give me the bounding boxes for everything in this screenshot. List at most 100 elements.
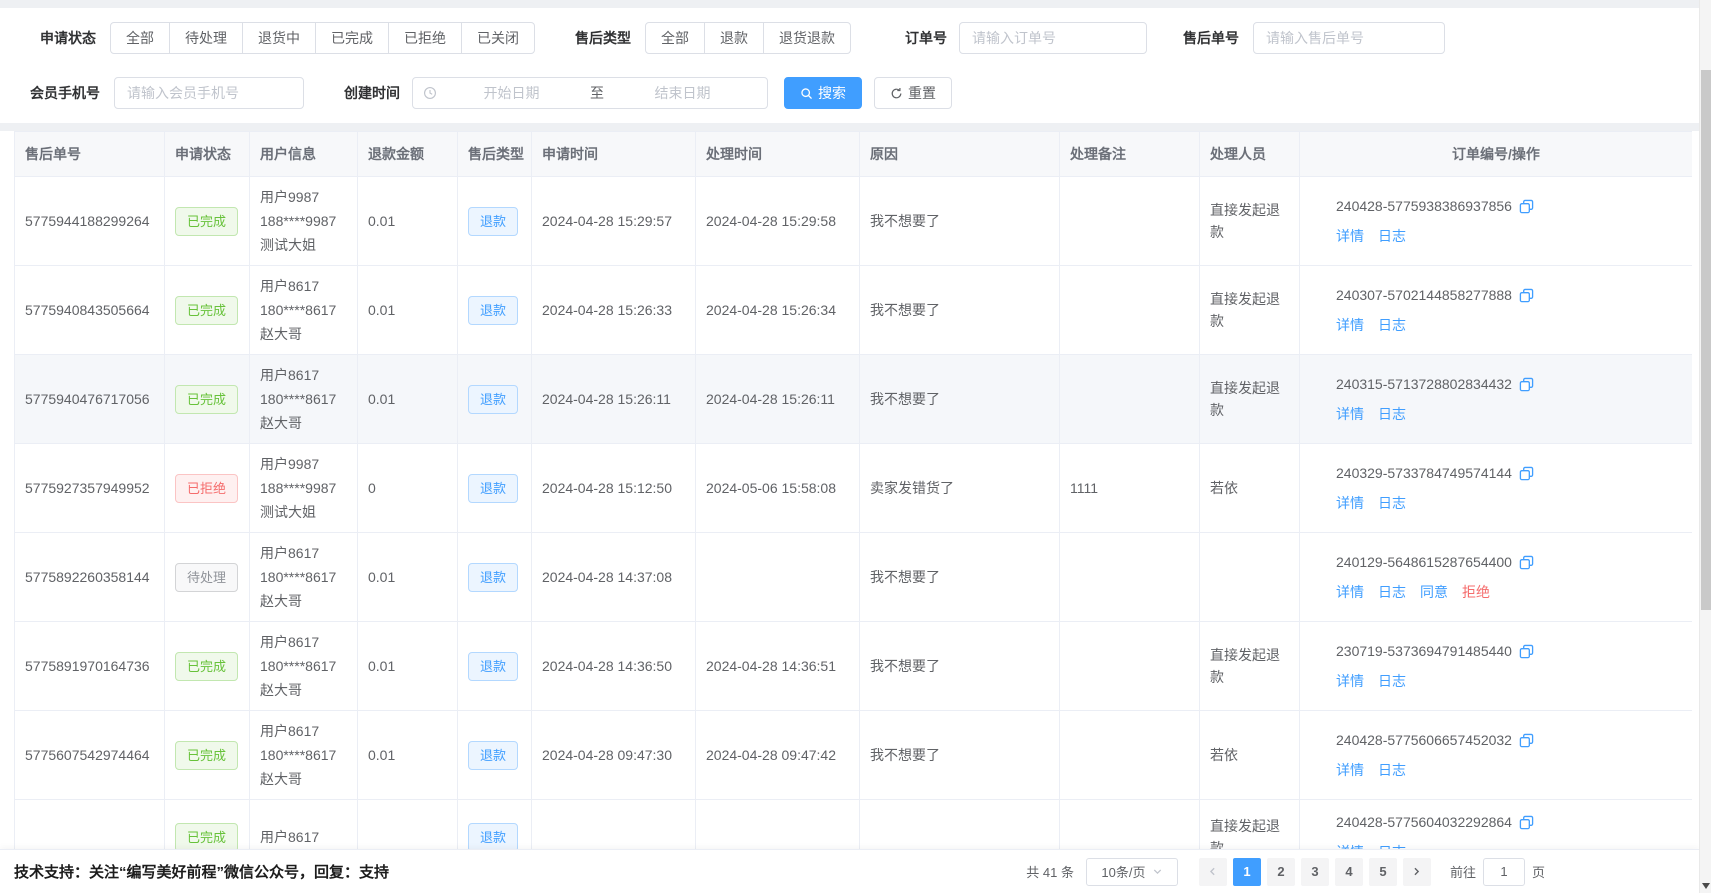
after-sale-no-label: 售后单号 xyxy=(1183,28,1239,48)
reset-button[interactable]: 重置 xyxy=(874,77,952,109)
status-badge: 已完成 xyxy=(175,823,238,852)
user-info-line: 赵大哥 xyxy=(260,589,347,613)
status-option-4[interactable]: 已拒绝 xyxy=(388,22,462,54)
after-sale-no-cell: 5775940843505664 xyxy=(15,266,165,355)
action-link[interactable]: 日志 xyxy=(1378,495,1406,511)
action-link[interactable]: 同意 xyxy=(1420,584,1448,600)
order-operation-cell: 240307-5702144858277888详情日志 xyxy=(1300,266,1693,355)
action-link[interactable]: 拒绝 xyxy=(1462,584,1490,600)
user-info-line: 用户9987 xyxy=(260,452,347,476)
action-link[interactable]: 日志 xyxy=(1378,317,1406,333)
start-date-placeholder[interactable]: 开始日期 xyxy=(437,83,586,103)
after-sale-type-badge: 退款 xyxy=(468,741,518,770)
filter-panel: 申请状态 全部待处理退货中已完成已拒绝已关闭 售后类型 全部退款退货退款 订单号… xyxy=(0,8,1699,123)
action-link[interactable]: 日志 xyxy=(1378,762,1406,778)
page-background-strip xyxy=(0,123,1699,131)
next-page-button[interactable] xyxy=(1403,858,1431,886)
status-option-5[interactable]: 已关闭 xyxy=(461,22,535,54)
page-button-2[interactable]: 2 xyxy=(1267,858,1295,886)
type-cell: 退款 xyxy=(458,711,532,800)
action-link[interactable]: 详情 xyxy=(1336,673,1364,689)
action-link[interactable]: 详情 xyxy=(1336,228,1364,244)
search-button[interactable]: 搜索 xyxy=(784,77,862,109)
scrollbar-thumb[interactable] xyxy=(1701,70,1711,610)
status-option-0[interactable]: 全部 xyxy=(110,22,170,54)
create-time-range-picker[interactable]: 开始日期 至 结束日期 xyxy=(412,77,768,109)
action-link[interactable]: 详情 xyxy=(1336,495,1364,511)
user-info-line: 180****8617 xyxy=(260,387,347,411)
page-button-3[interactable]: 3 xyxy=(1301,858,1329,886)
after-sale-no-cell: 5775944188299264 xyxy=(15,177,165,266)
user-info-line: 180****8617 xyxy=(260,654,347,678)
copy-icon[interactable] xyxy=(1519,377,1534,392)
action-link[interactable]: 日志 xyxy=(1378,228,1406,244)
copy-icon[interactable] xyxy=(1519,733,1534,748)
action-link[interactable]: 详情 xyxy=(1336,317,1364,333)
handler-cell: 若依 xyxy=(1200,444,1300,533)
refund-amount-cell: 0.01 xyxy=(358,622,458,711)
copy-icon[interactable] xyxy=(1519,815,1534,830)
action-link[interactable]: 日志 xyxy=(1378,406,1406,422)
row-actions: 详情日志同意拒绝 xyxy=(1336,581,1682,603)
order-no-line: 240428-5775604032292864 xyxy=(1336,811,1682,833)
table-row: 5775940843505664已完成用户8617180****8617赵大哥0… xyxy=(15,266,1693,355)
scroll-down-icon[interactable] xyxy=(1702,883,1710,889)
handle-time-cell: 2024-05-06 15:58:08 xyxy=(696,444,860,533)
copy-icon[interactable] xyxy=(1519,644,1534,659)
page-size-select[interactable]: 10条/页 xyxy=(1086,858,1178,886)
action-link[interactable]: 详情 xyxy=(1336,406,1364,422)
type-option-1[interactable]: 退款 xyxy=(704,22,764,54)
user-info-cell: 用户9987188****9987测试大姐 xyxy=(250,444,358,533)
row-actions: 详情日志 xyxy=(1336,403,1682,425)
member-phone-input[interactable] xyxy=(114,77,304,109)
copy-icon[interactable] xyxy=(1519,199,1534,214)
jump-page-input[interactable] xyxy=(1483,858,1525,886)
user-info-line: 188****9987 xyxy=(260,476,347,500)
order-operation-cell: 240428-5775938386937856详情日志 xyxy=(1300,177,1693,266)
copy-icon[interactable] xyxy=(1519,466,1534,481)
row-actions: 详情日志 xyxy=(1336,225,1682,247)
status-option-3[interactable]: 已完成 xyxy=(315,22,389,54)
order-operation-cell: 240428-5775606657452032 详情日志 xyxy=(1300,711,1693,800)
action-link[interactable]: 日志 xyxy=(1378,673,1406,689)
user-info-line: 测试大姐 xyxy=(260,233,347,257)
refund-amount-cell: 0.01 xyxy=(358,355,458,444)
apply-time-cell: 2024-04-28 15:26:33 xyxy=(532,266,696,355)
order-no: 240428-5775606657452032 xyxy=(1336,729,1512,751)
status-badge: 已完成 xyxy=(175,385,238,414)
order-no: 240329-5733784749574144 xyxy=(1336,462,1512,484)
type-option-2[interactable]: 退货退款 xyxy=(763,22,851,54)
create-time-label: 创建时间 xyxy=(344,83,400,103)
handle-time-cell: 2024-04-28 15:26:34 xyxy=(696,266,860,355)
action-link[interactable]: 详情 xyxy=(1336,584,1364,600)
handler-cell: 直接发起退款 xyxy=(1200,266,1300,355)
status-option-2[interactable]: 退货中 xyxy=(242,22,316,54)
type-option-0[interactable]: 全部 xyxy=(645,22,705,54)
column-header: 处理备注 xyxy=(1060,132,1200,177)
order-operation-cell: 240315-5713728802834432详情日志 xyxy=(1300,355,1693,444)
order-no-line: 240129-5648615287654400 xyxy=(1336,551,1682,573)
status-filter-group: 全部待处理退货中已完成已拒绝已关闭 xyxy=(110,22,535,54)
action-link[interactable]: 详情 xyxy=(1336,762,1364,778)
status-cell: 已完成 xyxy=(165,266,250,355)
order-no-line: 240329-5733784749574144 xyxy=(1336,462,1682,484)
copy-icon[interactable] xyxy=(1519,555,1534,570)
prev-page-button[interactable] xyxy=(1199,858,1227,886)
after-sale-no-input[interactable] xyxy=(1253,22,1445,54)
handle-time-cell: 2024-04-28 14:36:51 xyxy=(696,622,860,711)
page-button-5[interactable]: 5 xyxy=(1369,858,1397,886)
page-button-4[interactable]: 4 xyxy=(1335,858,1363,886)
reason-cell: 我不想要了 xyxy=(860,177,1060,266)
apply-time-cell: 2024-04-28 15:26:11 xyxy=(532,355,696,444)
table-row: 5775607542974464已完成用户8617180****8617赵大哥0… xyxy=(15,711,1693,800)
copy-icon[interactable] xyxy=(1519,288,1534,303)
type-filter-label: 售后类型 xyxy=(575,28,631,48)
action-link[interactable]: 日志 xyxy=(1378,584,1406,600)
reason-cell: 我不想要了 xyxy=(860,533,1060,622)
order-no-input[interactable] xyxy=(959,22,1147,54)
user-info-line: 180****8617 xyxy=(260,298,347,322)
after-sale-no-cell: 5775891970164736 xyxy=(15,622,165,711)
end-date-placeholder[interactable]: 结束日期 xyxy=(608,83,757,103)
page-button-1[interactable]: 1 xyxy=(1233,858,1261,886)
status-option-1[interactable]: 待处理 xyxy=(169,22,243,54)
